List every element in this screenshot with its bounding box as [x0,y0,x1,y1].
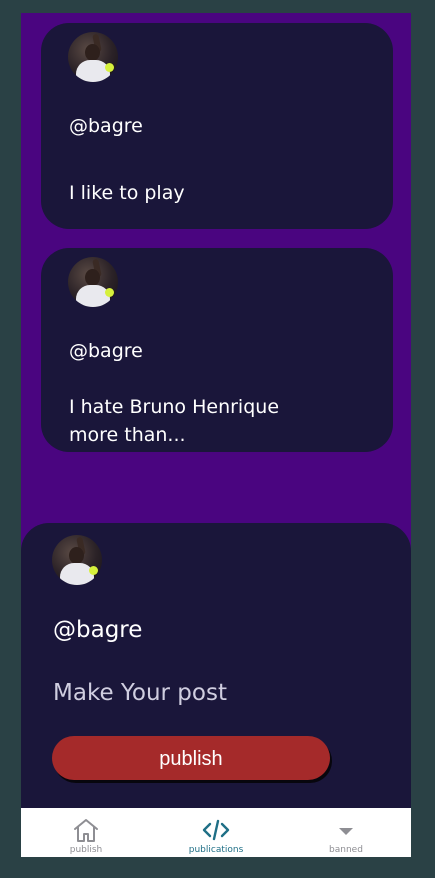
avatar[interactable] [68,257,118,307]
bottom-tab-bar: publish publications banned [21,808,411,857]
post-handle: @bagre [69,115,143,137]
code-icon [201,817,231,843]
post-card: @bagre I like to play [41,23,393,229]
post-input[interactable] [53,675,353,711]
tab-label: banned [329,845,363,855]
post-composer: @bagre publish [21,523,411,823]
avatar[interactable] [52,535,102,585]
home-icon [71,817,101,843]
tab-banned[interactable]: banned [281,808,411,857]
post-text: I like to play [69,182,185,204]
publish-button[interactable]: publish [52,736,330,780]
caret-down-icon [331,817,361,843]
post-text: I hate Bruno Henrique more than... [69,396,280,446]
tab-publish[interactable]: publish [21,808,151,857]
avatar[interactable] [68,32,118,82]
post-card: @bagre I hate Bruno Henrique more than..… [41,248,393,452]
tab-label: publish [69,845,103,855]
post-handle: @bagre [69,340,143,362]
composer-handle: @bagre [53,617,143,643]
tab-publications[interactable]: publications [151,808,281,857]
tab-label: publications [188,845,244,855]
app-screen: @bagre I like to play @bagre I hate Brun… [21,13,411,857]
